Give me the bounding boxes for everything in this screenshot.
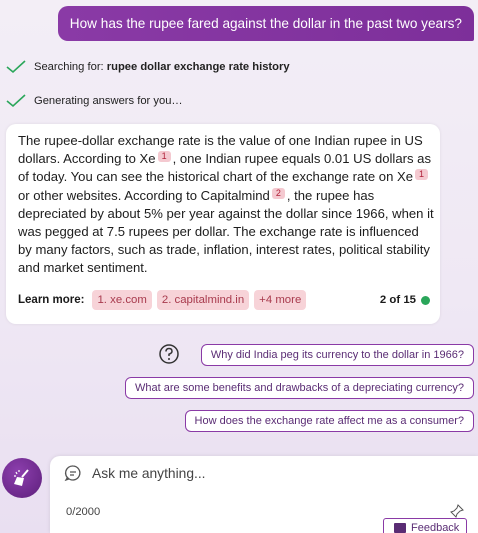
suggestion-chip[interactable]: What are some benefits and drawbacks of … bbox=[125, 377, 474, 399]
broom-icon bbox=[14, 469, 29, 486]
chat-icon bbox=[64, 465, 81, 482]
status-searching: Searching for: rupee dollar exchange rat… bbox=[6, 60, 290, 74]
pin-icon[interactable] bbox=[450, 504, 464, 518]
feedback-icon bbox=[394, 523, 406, 533]
suggestion-chip[interactable]: Why did India peg its currency to the do… bbox=[200, 344, 474, 366]
answer-text: The rupee-dollar exchange rate is the va… bbox=[18, 133, 434, 276]
user-message-bubble: How has the rupee fared against the doll… bbox=[57, 6, 474, 41]
check-icon bbox=[6, 94, 26, 108]
char-counter: 0/2000 bbox=[66, 506, 101, 518]
citation-2[interactable]: 2 bbox=[271, 187, 285, 199]
source-link-capitalmind[interactable]: 2. capitalmind.in bbox=[156, 290, 250, 310]
learn-more-row: Learn more: 1. xe.com 2. capitalmind.in … bbox=[18, 288, 430, 312]
status-dot-icon bbox=[421, 295, 430, 305]
turn-counter: 2 of 15 bbox=[380, 294, 430, 306]
more-sources-link[interactable]: +4 more bbox=[254, 290, 307, 310]
check-icon bbox=[6, 60, 26, 74]
generating-label: Generating answers for you… bbox=[34, 95, 183, 107]
question-icon bbox=[159, 344, 179, 364]
new-topic-button[interactable] bbox=[2, 458, 42, 498]
source-link-xe[interactable]: 1. xe.com bbox=[92, 290, 152, 310]
citation-1[interactable]: 1 bbox=[415, 169, 429, 181]
feedback-button[interactable]: Feedback bbox=[383, 518, 467, 533]
answer-card: The rupee-dollar exchange rate is the va… bbox=[6, 124, 440, 324]
composer-placeholder[interactable]: Ask me anything... bbox=[92, 466, 206, 481]
suggestion-chip[interactable]: How does the exchange rate affect me as … bbox=[184, 410, 474, 432]
searching-label: Searching for: rupee dollar exchange rat… bbox=[34, 61, 290, 73]
feedback-label: Feedback bbox=[411, 522, 460, 533]
status-generating: Generating answers for you… bbox=[6, 94, 183, 108]
learn-more-label: Learn more: bbox=[18, 294, 85, 306]
citation-1[interactable]: 1 bbox=[157, 151, 171, 163]
